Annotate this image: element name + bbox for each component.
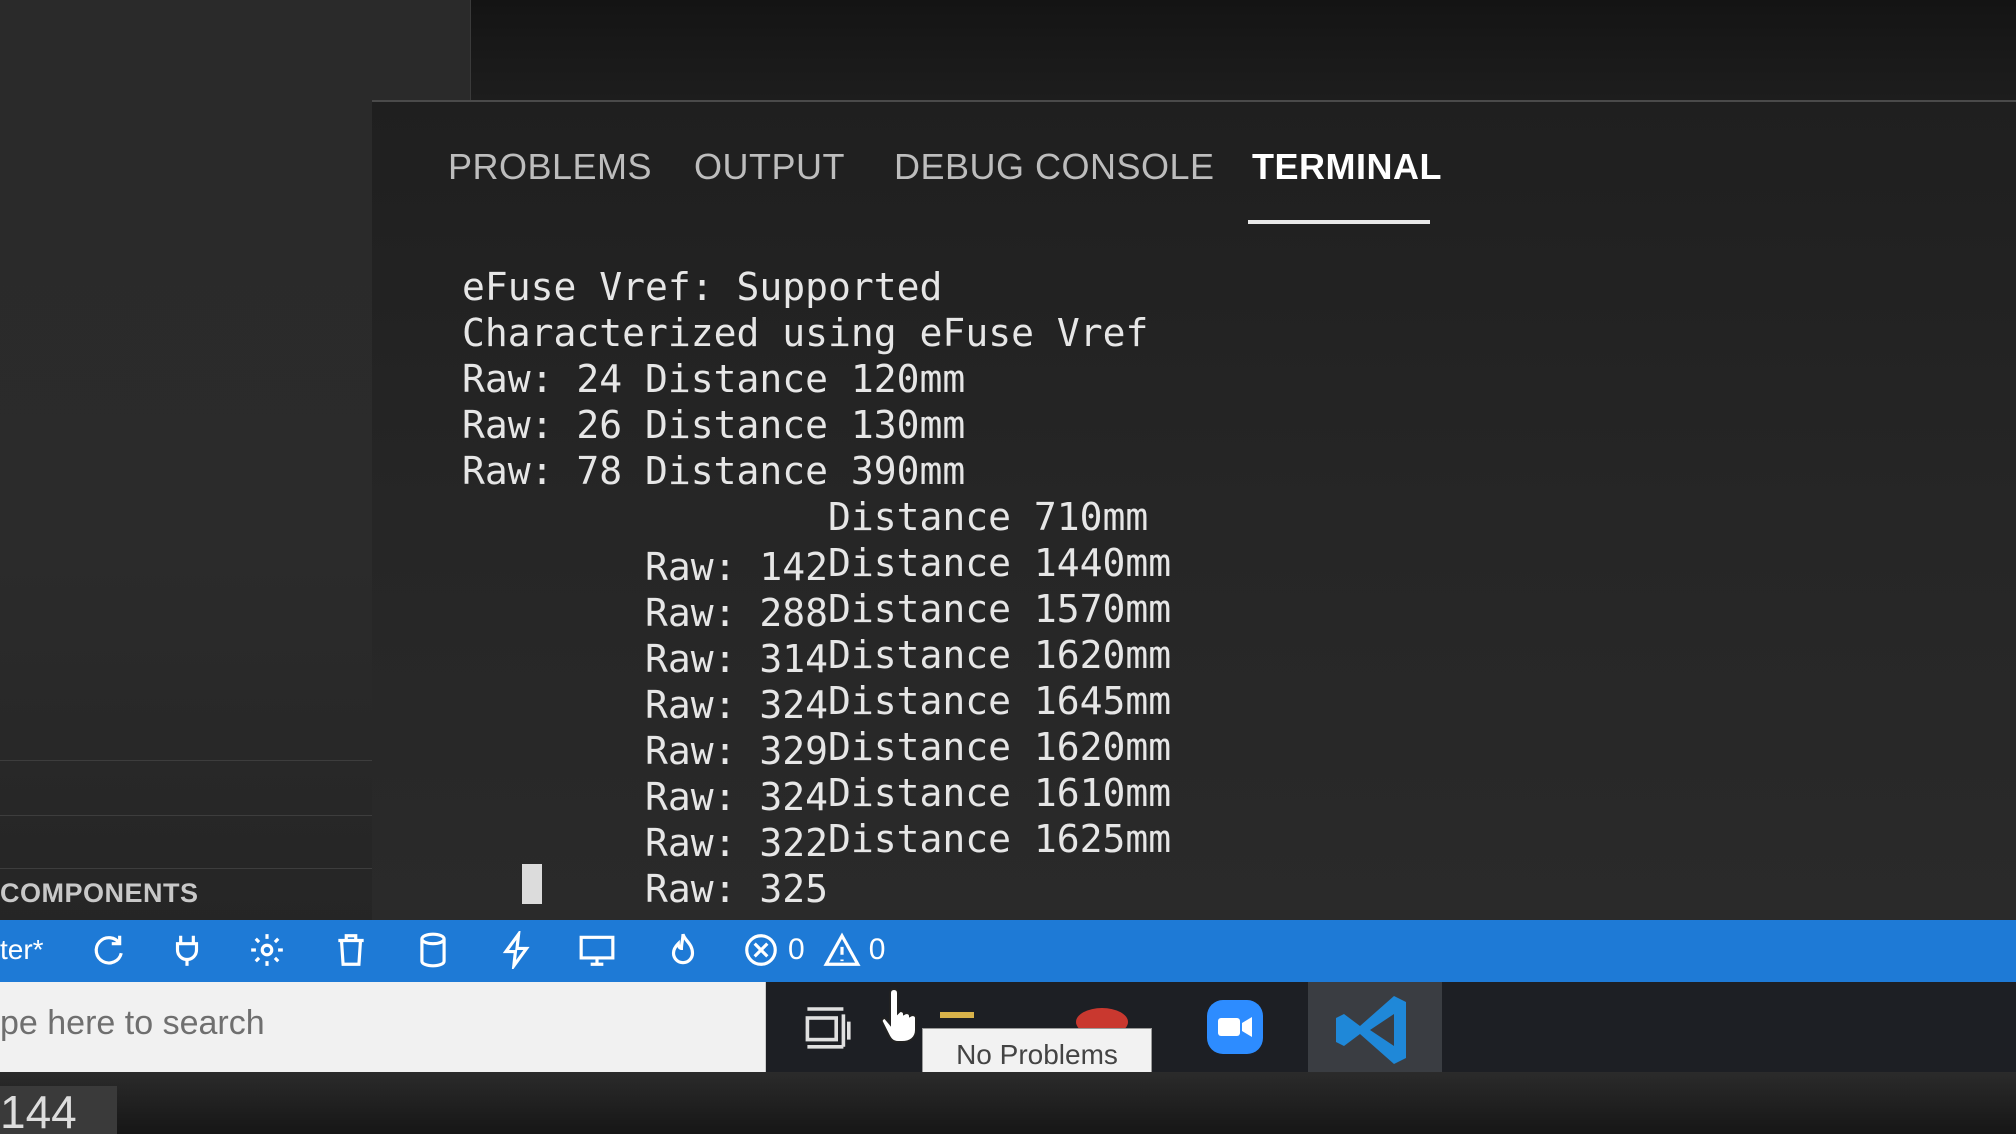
warning-icon	[823, 932, 861, 966]
monitor-bezel	[0, 1072, 2016, 1134]
reading-distance: Distance 1645mm	[828, 679, 1172, 723]
terminal-line: Raw: 26 Distance 130mm	[462, 403, 966, 447]
bezel-label: 144	[0, 1086, 117, 1134]
error-count: 0	[788, 933, 805, 966]
bottom-panel: PROBLEMS OUTPUT DEBUG CONSOLE TERMINAL e…	[372, 100, 2016, 932]
terminal-reading-row: Raw: 325 Distance 1625mm	[462, 814, 1171, 911]
reading-distance: Distance 1620mm	[828, 725, 1172, 769]
flame-icon[interactable]	[664, 930, 702, 970]
warning-count: 0	[868, 933, 886, 966]
panel-tabs: PROBLEMS OUTPUT DEBUG CONSOLE TERMINAL	[372, 102, 2016, 224]
trash-icon[interactable]	[332, 930, 370, 970]
flash-icon[interactable]	[498, 930, 536, 970]
terminal-reading-row: Raw: 288 Distance 1440mm	[462, 538, 1171, 635]
refresh-icon[interactable]	[88, 930, 126, 970]
terminal-prompt-line	[462, 860, 1148, 906]
hand-cursor-icon	[878, 985, 928, 1045]
status-bar: ter* 0 0	[0, 920, 2016, 982]
reading-distance: Distance 1625mm	[828, 817, 1172, 861]
zoom-app[interactable]	[1180, 982, 1290, 1078]
reading-distance: Distance 1610mm	[828, 771, 1172, 815]
status-branch[interactable]: ter*	[0, 930, 44, 970]
gear-icon[interactable]	[248, 930, 286, 970]
terminal-reading-row: Raw: 324 Distance 1620mm	[462, 722, 1171, 819]
tab-debug-console[interactable]: DEBUG CONSOLE	[894, 146, 1215, 188]
screen: COMPONENTS PROBLEMS OUTPUT DEBUG CONSOLE…	[0, 0, 2016, 1134]
reading-distance: Distance 1570mm	[828, 587, 1172, 631]
terminal-reading-row: Raw: 329 Distance 1645mm	[462, 676, 1171, 773]
terminal-reading-row: Raw: 322 Distance 1610mm	[462, 768, 1171, 865]
terminal-line: Raw: 24 Distance 120mm	[462, 357, 966, 401]
reading-distance: Distance 1440mm	[828, 541, 1172, 585]
terminal-line: Raw: 78 Distance 390mm	[462, 449, 966, 493]
task-view-icon[interactable]	[802, 1002, 856, 1052]
reading-distance: Distance 1620mm	[828, 633, 1172, 677]
terminal-line: Characterized using eFuse Vref	[462, 311, 1149, 355]
tab-terminal[interactable]: TERMINAL	[1252, 146, 1442, 188]
search-box[interactable]: pe here to search	[0, 982, 766, 1072]
terminal-reading-row: Raw: 314 Distance 1570mm	[462, 584, 1171, 681]
status-problems[interactable]: 0 0	[742, 930, 885, 970]
tab-output[interactable]: OUTPUT	[694, 146, 845, 188]
monitor-icon[interactable]	[578, 930, 616, 970]
sidebar-section-components[interactable]: COMPONENTS	[0, 878, 199, 909]
search-placeholder: pe here to search	[0, 1004, 265, 1042]
terminal-output[interactable]: eFuse Vref: Supported Characterized usin…	[462, 262, 1171, 911]
tab-problems[interactable]: PROBLEMS	[448, 146, 652, 188]
active-tab-indicator	[1248, 220, 1430, 224]
terminal-cursor	[522, 864, 542, 904]
error-icon	[745, 934, 777, 966]
terminal-reading-row: Raw: 324 Distance 1620mm	[462, 630, 1171, 727]
terminal-reading-row: Raw: 142 Distance 710mm	[462, 492, 1148, 589]
plug-icon[interactable]	[168, 930, 206, 970]
terminal-line: eFuse Vref: Supported	[462, 265, 943, 309]
reading-distance: Distance 710mm	[828, 495, 1149, 539]
vscode-app[interactable]	[1308, 982, 1442, 1078]
database-icon[interactable]	[414, 930, 452, 970]
